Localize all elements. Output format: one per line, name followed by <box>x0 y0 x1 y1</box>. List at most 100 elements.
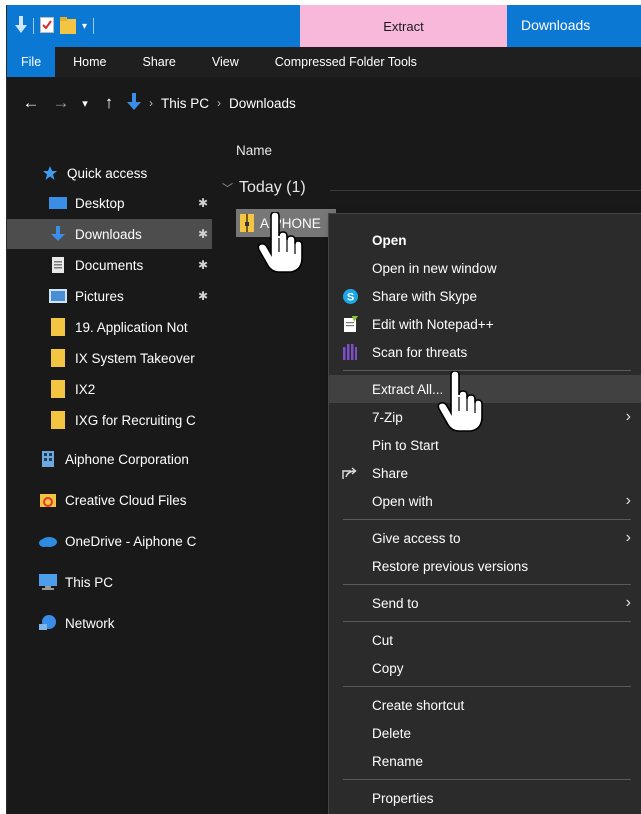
breadcrumb-this-pc[interactable]: This PC <box>161 96 209 111</box>
menu-separator <box>343 621 631 622</box>
tab-home[interactable]: Home <box>55 47 124 77</box>
toolbar-separator <box>33 18 34 34</box>
menu-item-copy[interactable]: Copy <box>329 654 641 682</box>
nav-item-aiphone-corporation[interactable]: Aiphone Corporation <box>7 444 212 474</box>
nav-item-quick-access[interactable]: Quick access <box>7 158 212 188</box>
breadcrumb-chevron-icon[interactable]: › <box>217 96 221 110</box>
nav-item-label: Aiphone Corporation <box>65 451 189 467</box>
submenu-chevron-icon: › <box>625 594 631 611</box>
menu-item-label: Create shortcut <box>372 697 465 713</box>
creative-cloud-icon <box>39 492 57 508</box>
nav-item-folder-application-notes[interactable]: 19. Application Not <box>7 312 212 342</box>
group-header-today[interactable]: ﹀ Today (1) <box>222 179 641 197</box>
tab-file[interactable]: File <box>7 47 56 77</box>
computer-icon <box>39 574 57 590</box>
column-header-name[interactable]: Name <box>236 143 272 158</box>
properties-checkbox-icon[interactable] <box>40 16 54 36</box>
folder-icon <box>49 349 67 367</box>
menu-item-extract-all[interactable]: Extract All... <box>329 375 641 403</box>
nav-item-this-pc[interactable]: This PC <box>7 567 212 597</box>
menu-item-label: Give access to <box>372 530 461 546</box>
menu-item-cut[interactable]: Cut <box>329 626 641 654</box>
menu-item-properties[interactable]: Properties <box>329 784 641 812</box>
menu-item-label: Copy <box>372 660 404 676</box>
extract-context-tab[interactable]: Extract <box>300 5 507 47</box>
nav-item-folder-ix2[interactable]: IX2 <box>7 374 212 404</box>
nav-item-label: Network <box>65 615 115 631</box>
building-icon <box>39 451 57 467</box>
menu-item-label: Open with <box>372 493 433 509</box>
hand-cursor-icon <box>257 211 303 277</box>
download-arrow-icon[interactable] <box>15 15 27 37</box>
menu-item-rename[interactable]: Rename <box>329 747 641 775</box>
menu-separator <box>343 779 631 780</box>
breadcrumb-downloads[interactable]: Downloads <box>229 96 296 111</box>
nav-item-onedrive[interactable]: OneDrive - Aiphone C <box>7 526 212 556</box>
title-bar: ▾ Extract Downloads <box>7 5 641 47</box>
ribbon-tabs: File Home Share View Compressed Folder T… <box>7 47 641 77</box>
back-arrow-icon[interactable]: ← <box>19 91 43 115</box>
nav-item-label: IXG for Recruiting C <box>75 412 196 428</box>
nav-item-label: Quick access <box>67 165 148 181</box>
nav-item-folder-ix-system-takeover[interactable]: IX System Takeover <box>7 343 212 373</box>
menu-separator <box>343 686 631 687</box>
tab-view[interactable]: View <box>194 47 257 77</box>
tab-compressed-folder-tools[interactable]: Compressed Folder Tools <box>257 47 435 77</box>
customize-toolbar-icon[interactable]: ▾ <box>82 21 87 32</box>
nav-item-downloads[interactable]: Downloads ✱ <box>7 219 212 249</box>
notepad-plus-plus-icon <box>342 316 358 332</box>
nav-item-network[interactable]: Network <box>7 608 212 638</box>
menu-item-create-shortcut[interactable]: Create shortcut <box>329 691 641 719</box>
menu-item-edit-notepad-plus-plus[interactable]: Edit with Notepad++ <box>329 310 641 338</box>
nav-item-label: Pictures <box>75 288 124 304</box>
menu-item-delete[interactable]: Delete <box>329 719 641 747</box>
up-arrow-icon[interactable]: ↑ <box>97 91 121 115</box>
menu-item-open-with[interactable]: Open with › <box>329 487 641 515</box>
menu-item-open[interactable]: Open <box>329 226 641 254</box>
nav-item-documents[interactable]: Documents ✱ <box>7 250 212 280</box>
nav-item-creative-cloud-files[interactable]: Creative Cloud Files <box>7 485 212 515</box>
downloads-location-icon <box>127 92 141 114</box>
nav-item-label: This PC <box>65 574 114 590</box>
folder-icon <box>49 318 67 336</box>
menu-item-7-zip[interactable]: 7-Zip › <box>329 403 641 431</box>
menu-item-label: Rename <box>372 753 424 769</box>
menu-item-label: Open in new window <box>372 260 497 276</box>
pictures-icon <box>49 288 67 304</box>
pin-icon[interactable]: ✱ <box>198 196 208 210</box>
new-folder-icon[interactable] <box>60 16 76 37</box>
collapse-chevron-icon[interactable]: ﹀ <box>222 180 233 196</box>
menu-item-send-to[interactable]: Send to › <box>329 589 641 617</box>
nav-item-label: Documents <box>75 257 144 273</box>
breadcrumb-chevron-icon[interactable]: › <box>149 96 153 110</box>
network-icon <box>39 615 57 631</box>
menu-item-label: Scan for threats <box>372 344 468 360</box>
submenu-chevron-icon: › <box>625 408 631 425</box>
zip-folder-icon <box>240 214 254 232</box>
tab-share[interactable]: Share <box>125 47 194 77</box>
skype-icon: S <box>342 288 358 304</box>
menu-item-restore-previous-versions[interactable]: Restore previous versions <box>329 552 641 580</box>
pin-icon[interactable]: ✱ <box>198 227 208 241</box>
menu-item-open-new-window[interactable]: Open in new window <box>329 254 641 282</box>
nav-item-desktop[interactable]: Desktop ✱ <box>7 188 212 218</box>
menu-item-share-with-skype[interactable]: S Share with Skype <box>329 282 641 310</box>
recent-locations-chevron-icon[interactable]: ▾ <box>73 91 97 115</box>
pin-icon[interactable]: ✱ <box>198 258 208 272</box>
forward-arrow-icon[interactable]: → <box>49 91 73 115</box>
menu-item-pin-to-start[interactable]: Pin to Start <box>329 431 641 459</box>
nav-item-folder-ixg-recruiting[interactable]: IXG for Recruiting C <box>7 405 212 435</box>
folder-icon <box>49 411 67 429</box>
menu-item-scan-for-threats[interactable]: Scan for threats <box>329 338 641 366</box>
download-arrow-icon <box>49 226 67 242</box>
nav-item-label: OneDrive - Aiphone C <box>65 533 197 549</box>
menu-item-label: Delete <box>372 725 412 741</box>
menu-item-label: Pin to Start <box>372 437 439 453</box>
toolbar-separator <box>93 18 95 34</box>
address-bar: ← → ▾ ↑ › This PC › Downloads <box>7 77 641 129</box>
pin-icon[interactable]: ✱ <box>198 289 208 303</box>
nav-item-pictures[interactable]: Pictures ✱ <box>7 281 212 311</box>
menu-item-share[interactable]: Share <box>329 459 641 487</box>
menu-item-label: Open <box>372 232 407 248</box>
menu-item-give-access-to[interactable]: Give access to › <box>329 524 641 552</box>
